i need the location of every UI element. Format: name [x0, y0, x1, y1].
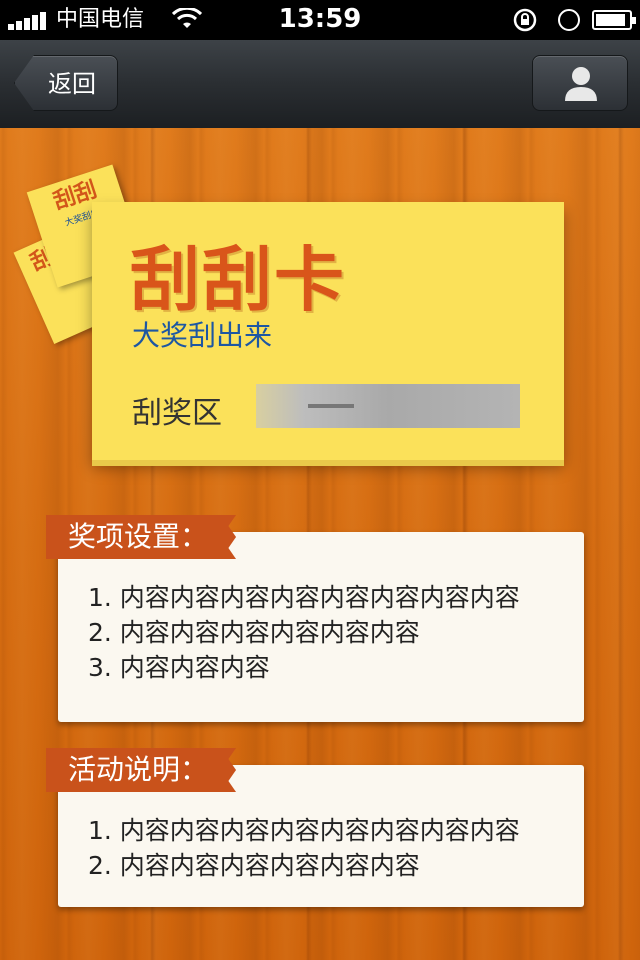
list-item: 1. 内容内容内容内容内容内容内容内容 [88, 816, 520, 845]
nav-bar: 返回 [0, 40, 640, 129]
status-bar: 中国电信 13:59 [0, 0, 640, 40]
list-item: 3. 内容内容内容 [88, 653, 270, 682]
card-subtitle: 大奖刮出来 [132, 319, 273, 352]
activity-list: 1. 内容内容内容内容内容内容内容内容 2. 内容内容内容内容内容内容 [88, 813, 520, 883]
back-button[interactable]: 返回 [14, 55, 118, 111]
scratch-area-label: 刮奖区 [132, 396, 222, 431]
card-title: 刮刮卡 [130, 239, 346, 321]
list-item: 2. 内容内容内容内容内容内容 [88, 618, 420, 647]
profile-button[interactable] [532, 55, 628, 111]
battery-icon [592, 10, 636, 30]
carrier-name: 中国电信 [56, 7, 145, 32]
scratch-card: 刮刮卡 大奖刮出来 刮奖区 [92, 202, 564, 460]
alarm-icon [558, 9, 580, 31]
prize-list: 1. 内容内容内容内容内容内容内容内容 2. 内容内容内容内容内容内容 3. 内… [88, 580, 520, 685]
activity-heading: 活动说明： [46, 748, 236, 792]
prize-heading: 奖项设置： [46, 515, 236, 559]
scratch-area[interactable] [256, 384, 520, 428]
rotation-lock-icon [513, 8, 537, 32]
user-icon [565, 67, 597, 101]
list-item: 2. 内容内容内容内容内容内容 [88, 851, 420, 880]
wifi-icon [172, 8, 202, 28]
prize-panel: 1. 内容内容内容内容内容内容内容内容 2. 内容内容内容内容内容内容 3. 内… [58, 532, 584, 722]
list-item: 1. 内容内容内容内容内容内容内容内容 [88, 583, 520, 612]
signal-icon [8, 12, 48, 30]
